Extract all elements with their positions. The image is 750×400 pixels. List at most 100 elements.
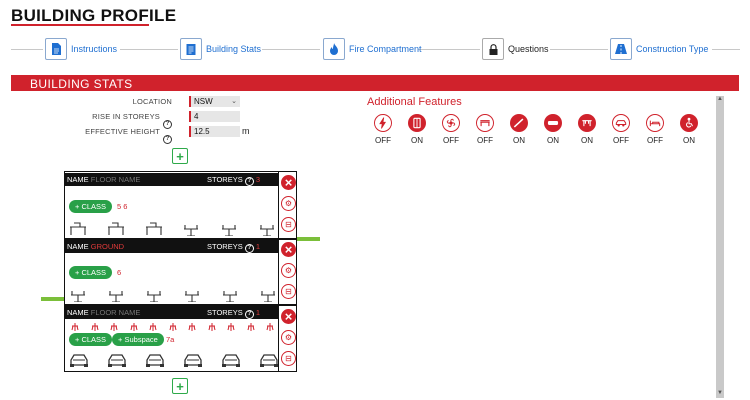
dining-table-icon [219, 222, 239, 241]
help-icon[interactable]: ? [244, 177, 254, 186]
dining-table-icon [144, 288, 164, 307]
step-connector [262, 49, 320, 50]
step-connector [550, 49, 608, 50]
sprinkler-icon[interactable] [408, 114, 426, 132]
height-input[interactable]: 12.5 [189, 126, 240, 137]
desk-icon [106, 221, 126, 240]
step-questions[interactable]: Questions [482, 38, 549, 60]
storeys-value[interactable]: 3 [256, 175, 260, 184]
car-icon [220, 352, 242, 373]
add-class-button[interactable]: + CLASS [69, 200, 113, 213]
step-construction-type[interactable]: Construction Type [610, 38, 708, 60]
floor-name-input[interactable]: GROUND [91, 242, 124, 251]
fire-door-icon[interactable]: ⊟ [281, 217, 296, 232]
feature-status: OFF [443, 136, 459, 145]
page-title: BUILDING PROFILE [11, 6, 177, 25]
location-label: LOCATION [132, 97, 172, 106]
location-select[interactable]: NSW ⌄ [189, 96, 240, 107]
storeys-value[interactable]: 1 [256, 242, 260, 251]
scroll-down-icon[interactable]: ▼ [716, 390, 724, 396]
sprinkler-icon [265, 320, 275, 338]
title-underline [11, 24, 149, 26]
add-floor-top-button[interactable]: + [172, 148, 188, 164]
fire-door-icon[interactable]: ⊟ [281, 351, 296, 366]
bed-icon[interactable] [646, 114, 664, 132]
ramp-icon[interactable] [510, 114, 528, 132]
sprinkler-icon [90, 320, 100, 338]
location-value: NSW [194, 97, 213, 106]
rise-input[interactable]: 4 [189, 111, 240, 122]
section-title: BUILDING STATS [30, 77, 133, 91]
feature-status: ON [683, 136, 695, 145]
floor-header: NAME FLOOR NAME STOREYS ? 3 [65, 173, 278, 186]
dining-table-icon [257, 222, 277, 241]
dining-table-icon [181, 222, 201, 241]
desk-icon [144, 221, 164, 240]
bench-icon[interactable] [476, 114, 494, 132]
floor-name-input[interactable]: FLOOR NAME [91, 175, 141, 184]
storeys-value[interactable]: 1 [256, 308, 260, 317]
car-icon [144, 352, 166, 373]
add-floor-bottom-button[interactable]: + [172, 378, 188, 394]
floor-header: NAME GROUND STOREYS ? 1 [65, 240, 278, 253]
step-building-stats[interactable]: Building Stats [180, 38, 261, 60]
dining-table-icon [182, 288, 202, 307]
step-label: Fire Compartment [349, 44, 422, 54]
feature-status: ON [581, 136, 593, 145]
dining-table-icon [68, 288, 88, 307]
delete-floor-icon[interactable]: × [281, 309, 296, 324]
add-class-button[interactable]: + CLASS [69, 266, 113, 279]
scroll-up-icon[interactable]: ▲ [716, 96, 724, 102]
lightning-icon[interactable] [374, 114, 392, 132]
fire-door-icon[interactable]: ⊟ [281, 284, 296, 299]
sprinkler-toggle-icon[interactable]: ⚙ [281, 330, 296, 345]
sprinkler-toggle-icon[interactable]: ⚙ [281, 196, 296, 211]
help-icon[interactable]: ? [244, 244, 254, 253]
step-label: Building Stats [206, 44, 262, 54]
smoke-detector-icon[interactable] [544, 114, 562, 132]
step-connector [712, 49, 740, 50]
table-icon[interactable] [578, 114, 596, 132]
sprinkler-icon [226, 320, 236, 338]
delete-floor-icon[interactable]: × [281, 242, 296, 257]
class-numbers: 6 [117, 268, 122, 277]
document-icon [45, 38, 67, 60]
step-instructions[interactable]: Instructions [45, 38, 117, 60]
road-icon [610, 38, 632, 60]
delete-floor-icon[interactable]: × [281, 175, 296, 190]
step-label: Questions [508, 44, 549, 54]
wheelchair-icon[interactable] [680, 114, 698, 132]
feature-status: OFF [613, 136, 629, 145]
rise-label: RISE IN STOREYS [92, 112, 160, 121]
scrollbar[interactable] [716, 96, 724, 398]
clipboard-icon [180, 38, 202, 60]
sprinkler-icon [187, 320, 197, 338]
car-icon [68, 352, 90, 373]
fan-icon[interactable] [442, 114, 460, 132]
sprinkler-icon [246, 320, 256, 338]
feature-status: ON [513, 136, 525, 145]
floor-name-input[interactable]: FLOOR NAME [91, 308, 141, 317]
step-fire-compartment[interactable]: Fire Compartment [323, 38, 422, 60]
fire-icon [323, 38, 345, 60]
feature-status: OFF [647, 136, 663, 145]
sprinkler-icon [129, 320, 139, 338]
step-connector [120, 49, 178, 50]
dining-table-icon [220, 288, 240, 307]
ground-marker-right [297, 237, 320, 241]
car-icon [258, 352, 280, 373]
feature-status: ON [411, 136, 423, 145]
sprinkler-toggle-icon[interactable]: ⚙ [281, 263, 296, 278]
help-icon[interactable]: ? [244, 310, 254, 319]
height-label: EFFECTIVE HEIGHT [85, 127, 160, 136]
vehicle-icon[interactable] [612, 114, 630, 132]
class-numbers: 5 6 [117, 202, 128, 211]
step-label: Construction Type [636, 44, 709, 54]
sprinkler-icon [148, 320, 158, 338]
step-connector [418, 49, 480, 50]
step-label: Instructions [71, 44, 118, 54]
height-unit: m [242, 126, 250, 136]
sprinkler-icon [207, 320, 217, 338]
sprinkler-icon [70, 320, 80, 338]
help-icon[interactable]: ? [163, 127, 172, 145]
